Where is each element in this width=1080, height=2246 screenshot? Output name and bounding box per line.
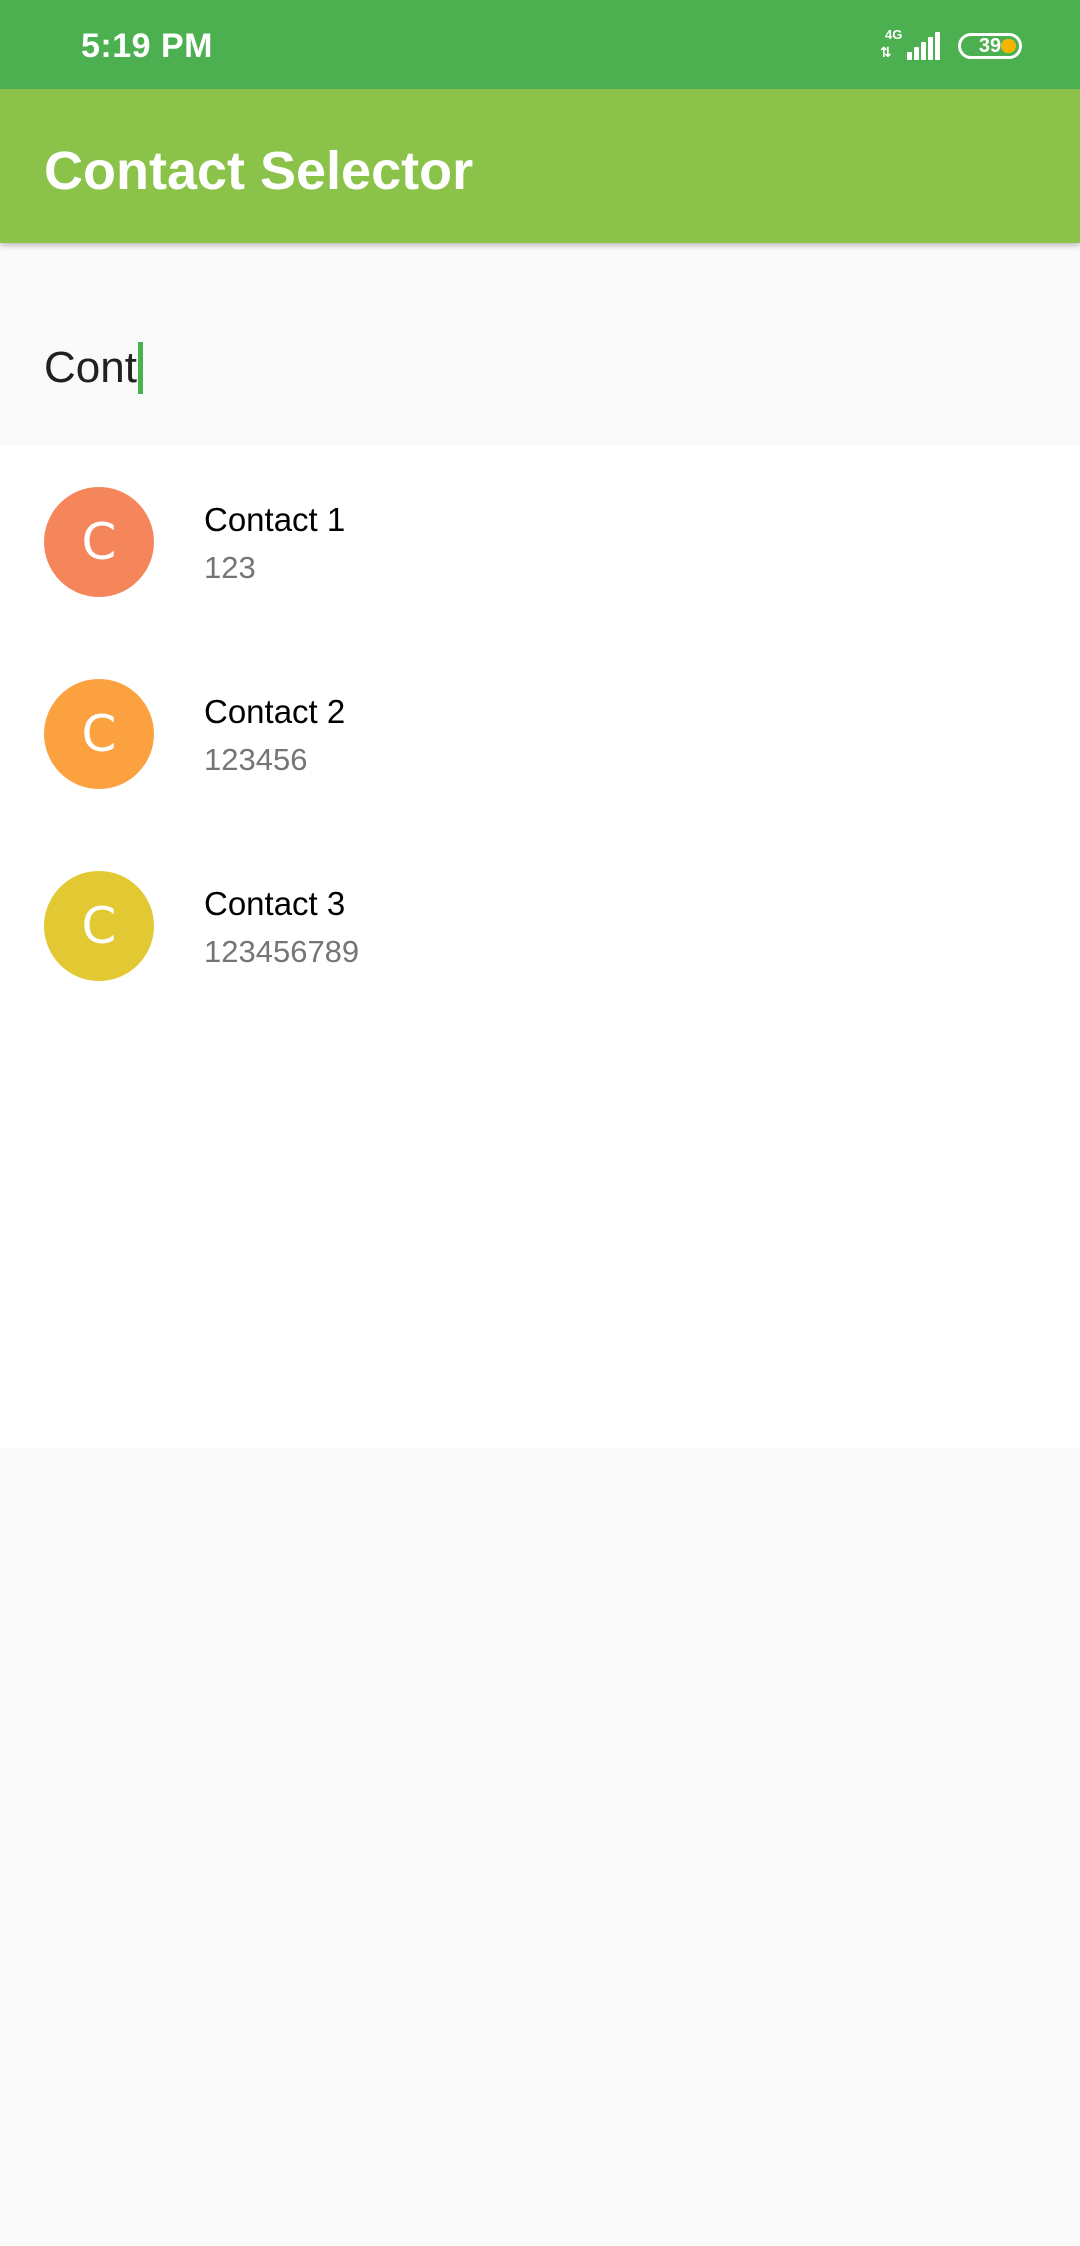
contact-number: 123456789 xyxy=(204,934,360,969)
battery-level: 39 xyxy=(978,35,1002,57)
battery-charge-indicator xyxy=(1001,39,1016,53)
network-type-label: 4G xyxy=(885,27,903,42)
battery-icon: 39 xyxy=(958,33,1022,59)
network-activity-arrows: ⇅ xyxy=(880,44,892,60)
network-4g-icon: 4G ⇅ xyxy=(879,27,903,64)
contact-list-item[interactable]: C Contact 3 123456789 xyxy=(0,829,1080,1021)
contact-list-item[interactable]: C Contact 2 123456 xyxy=(0,637,1080,829)
search-input-value: Cont xyxy=(44,343,137,392)
contact-name: Contact 2 xyxy=(204,693,346,730)
contact-name: Contact 3 xyxy=(204,885,346,922)
text-cursor xyxy=(137,342,143,394)
app-title: Contact Selector xyxy=(44,141,474,201)
avatar: C xyxy=(44,871,154,981)
contact-number: 123 xyxy=(204,550,256,585)
contact-number: 123456 xyxy=(204,742,308,777)
signal-icon xyxy=(905,32,940,60)
search-input[interactable]: Cont xyxy=(44,342,143,394)
avatar: C xyxy=(44,487,154,597)
contact-list: C Contact 1 123 C Contact 2 123456 C Con… xyxy=(0,445,1080,1448)
contact-list-item[interactable]: C Contact 1 123 xyxy=(0,445,1080,637)
status-time: 5:19 PM xyxy=(81,27,213,65)
app-bar: Contact Selector xyxy=(0,89,1080,243)
status-bar: 5:19 PM 4G ⇅ 39 xyxy=(0,0,1080,89)
status-icons: 4G ⇅ 39 xyxy=(879,28,1022,64)
contact-name: Contact 1 xyxy=(204,501,346,538)
search-area: Cont xyxy=(0,243,1080,445)
avatar: C xyxy=(44,679,154,789)
